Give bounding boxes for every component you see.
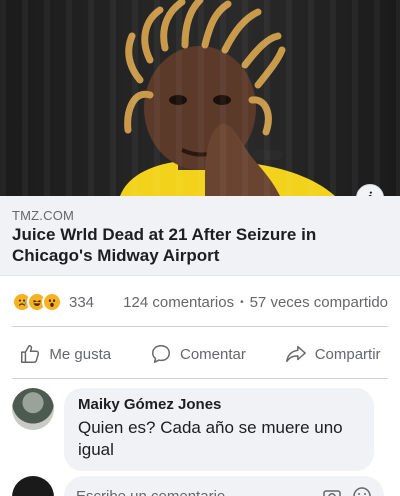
comment-bubble[interactable]: Maiky Gómez Jones Quien es? Cada año se … bbox=[64, 388, 374, 471]
comment-text: Quien es? Cada año se muere uno igual bbox=[78, 418, 343, 459]
post-engagement: 124 comentarios • 57 veces compartido bbox=[123, 294, 388, 311]
reaction-icons[interactable] bbox=[12, 292, 62, 312]
comment-input[interactable] bbox=[76, 487, 322, 496]
post-stats: 334 124 comentarios • 57 veces compartid… bbox=[12, 290, 388, 314]
stats-separator: • bbox=[240, 296, 244, 308]
camera-icon[interactable] bbox=[322, 486, 342, 496]
share-button[interactable]: Compartir bbox=[285, 343, 381, 365]
share-count[interactable]: 57 veces compartido bbox=[250, 294, 388, 311]
like-button[interactable]: Me gusta bbox=[19, 343, 111, 365]
like-label: Me gusta bbox=[49, 345, 112, 363]
comment-button[interactable]: Comentar bbox=[150, 343, 246, 365]
thumbnail-background bbox=[0, 0, 400, 196]
user-avatar[interactable] bbox=[12, 476, 54, 496]
share-arrow-icon bbox=[285, 345, 306, 363]
link-preview[interactable]: TMZ.COM Juice Wrld Dead at 21 After Seiz… bbox=[0, 196, 400, 276]
article-thumbnail[interactable] bbox=[0, 0, 400, 196]
reaction-count[interactable]: 334 bbox=[69, 294, 94, 311]
post-actions: Me gusta Comentar Compartir bbox=[0, 336, 400, 372]
divider bbox=[12, 326, 388, 327]
comment-bubble-icon bbox=[152, 345, 170, 363]
link-headline[interactable]: Juice Wrld Dead at 21 After Seizure in C… bbox=[12, 224, 388, 266]
link-domain: TMZ.COM bbox=[12, 208, 75, 223]
comment-count[interactable]: 124 comentarios bbox=[123, 294, 234, 311]
emoji-icon[interactable] bbox=[352, 486, 372, 496]
comment-item: Maiky Gómez Jones Quien es? Cada año se … bbox=[12, 388, 388, 471]
wow-emoji-icon bbox=[42, 292, 62, 312]
share-label: Compartir bbox=[314, 345, 381, 363]
comment-composer bbox=[12, 476, 388, 496]
comment-author[interactable]: Maiky Gómez Jones bbox=[78, 396, 360, 413]
divider bbox=[12, 378, 388, 379]
comment-input-container[interactable] bbox=[64, 476, 384, 496]
commenter-avatar[interactable] bbox=[12, 388, 54, 430]
thumbs-up-icon bbox=[21, 345, 40, 363]
comment-label: Comentar bbox=[179, 345, 246, 363]
